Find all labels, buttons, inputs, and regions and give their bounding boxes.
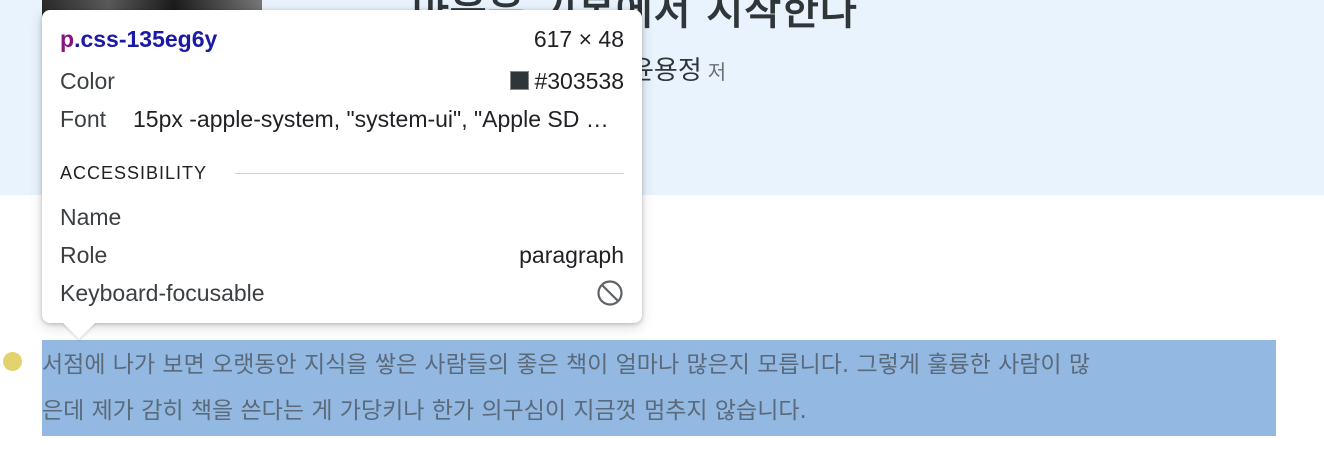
keyboard-focusable-row: Keyboard-focusable bbox=[60, 280, 624, 310]
paragraph-line-1: 서점에 나가 보면 오랫동안 지식을 쌓은 사람들의 좋은 책이 얼마나 많은지… bbox=[42, 352, 1091, 378]
font-label: Font bbox=[60, 106, 107, 132]
role-row: Role paragraph bbox=[60, 242, 624, 272]
inspector-tooltip: p.css-135eg6y 617 × 48 Color #303538 Fon… bbox=[42, 10, 642, 323]
accessibility-section-heading: ACCESSIBILITY bbox=[60, 163, 624, 185]
color-value: #303538 bbox=[510, 68, 624, 95]
name-row: Name bbox=[60, 204, 624, 234]
element-dimensions: 617 × 48 bbox=[533, 26, 624, 52]
accessibility-heading: ACCESSIBILITY bbox=[60, 163, 222, 184]
color-label: Color bbox=[60, 68, 115, 94]
role-label: Role bbox=[60, 242, 108, 268]
color-hex: #303538 bbox=[534, 68, 624, 94]
name-label: Name bbox=[60, 204, 122, 230]
tooltip-pointer bbox=[62, 322, 96, 339]
color-swatch bbox=[510, 71, 530, 90]
author-line: 윤용정 저 bbox=[630, 50, 726, 87]
color-row: Color #303538 bbox=[60, 68, 624, 98]
author-suffix: 저 bbox=[707, 60, 727, 84]
font-row: Font 15px -apple-system, "system-ui", "A… bbox=[60, 106, 624, 136]
element-selector: p.css-135eg6y bbox=[60, 26, 217, 53]
role-value: paragraph bbox=[519, 242, 624, 268]
selector-row: p.css-135eg6y 617 × 48 bbox=[60, 26, 624, 56]
selector-tag: p bbox=[60, 26, 75, 52]
font-value: 15px -apple-system, "system-ui", "Apple … bbox=[133, 106, 623, 132]
paragraph-line-2: 은데 제가 감히 책을 쓴다는 게 가당키나 한가 의구심이 지금껏 멈추지 않… bbox=[42, 398, 807, 424]
no-entry-icon bbox=[597, 280, 623, 306]
bullet-marker bbox=[3, 352, 22, 371]
selector-class: .css-135eg6y bbox=[74, 26, 218, 52]
paragraph-text: 서점에 나가 보면 오랫동안 지식을 쌓은 사람들의 좋은 책이 얼마나 많은지… bbox=[42, 342, 1276, 434]
keyboard-focusable-label: Keyboard-focusable bbox=[60, 280, 265, 306]
section-divider bbox=[235, 173, 624, 174]
